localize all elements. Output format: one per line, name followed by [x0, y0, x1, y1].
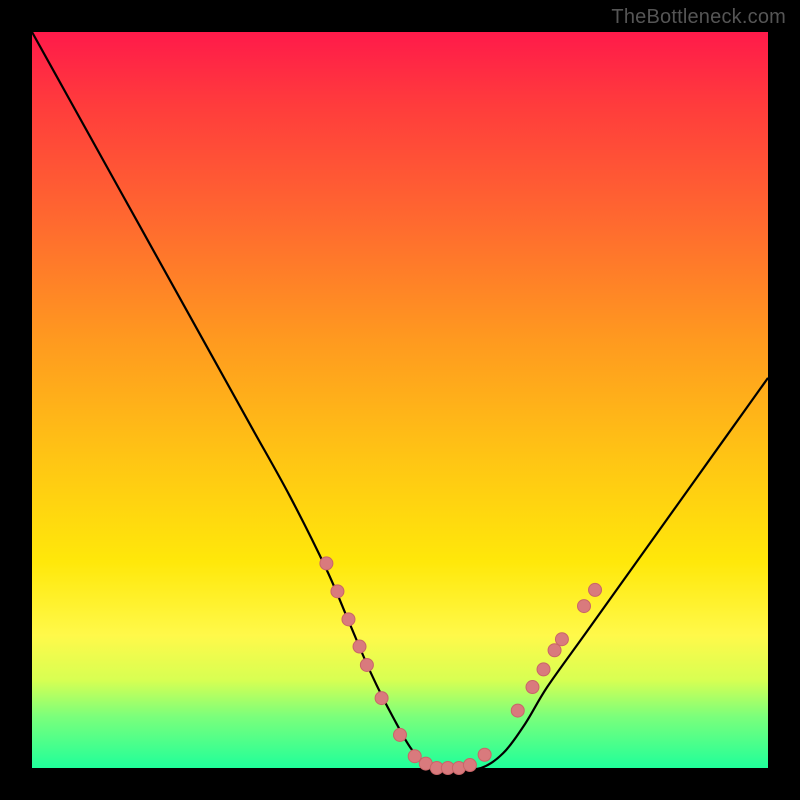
data-marker: [320, 557, 333, 570]
data-markers: [320, 557, 602, 775]
data-marker: [463, 759, 476, 772]
data-marker: [478, 748, 491, 761]
data-marker: [555, 633, 568, 646]
bottleneck-curve: [32, 32, 768, 769]
data-marker: [408, 750, 421, 763]
data-marker: [375, 692, 388, 705]
data-marker: [548, 644, 561, 657]
data-marker: [526, 681, 539, 694]
data-marker: [537, 663, 550, 676]
chart-frame: TheBottleneck.com: [0, 0, 800, 800]
curve-layer: [32, 32, 768, 768]
data-marker: [331, 585, 344, 598]
bottleneck-curve-path: [32, 32, 768, 769]
plot-area: [32, 32, 768, 768]
data-marker: [511, 704, 524, 717]
data-marker: [353, 640, 366, 653]
data-marker: [342, 613, 355, 626]
data-marker: [578, 600, 591, 613]
watermark-text: TheBottleneck.com: [611, 6, 786, 29]
data-marker: [394, 728, 407, 741]
data-marker: [360, 658, 373, 671]
data-marker: [589, 583, 602, 596]
